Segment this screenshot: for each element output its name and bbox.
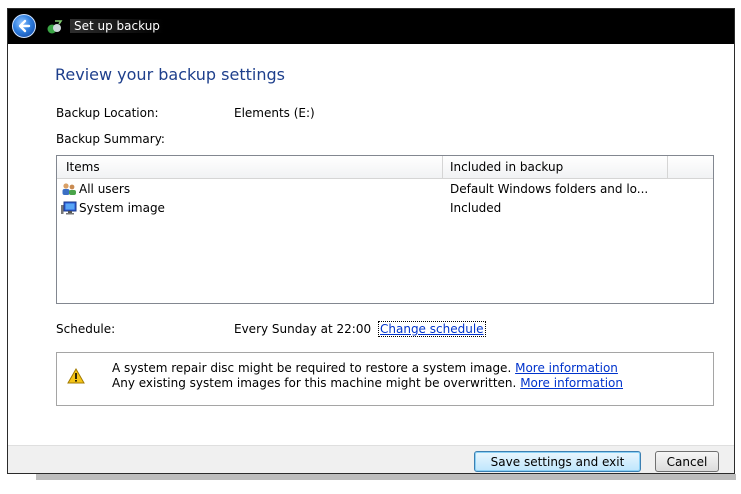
warning-icon [67, 368, 85, 384]
backup-window: Set up backup Review your backup setting… [7, 8, 735, 474]
warning-text-1: A system repair disc might be required t… [112, 361, 512, 375]
back-button[interactable] [12, 14, 36, 38]
item-name: System image [79, 201, 165, 215]
window-shadow [36, 474, 736, 480]
backup-app-icon [47, 20, 63, 34]
warning-text-2: Any existing system images for this mach… [112, 376, 517, 390]
schedule-value: Every Sunday at 22:00 [234, 322, 372, 336]
warning-line-2: Any existing system images for this mach… [112, 376, 623, 390]
back-arrow-icon [18, 19, 31, 33]
list-item-all-users[interactable]: All users Default Windows folders and lo… [57, 180, 713, 198]
column-separator[interactable] [442, 156, 443, 178]
save-settings-button[interactable]: Save settings and exit [474, 451, 641, 472]
backup-summary-list[interactable]: Items Included in backup All users Defau… [56, 155, 714, 304]
warning-line-1: A system repair disc might be required t… [112, 361, 618, 375]
system-image-icon [61, 201, 77, 215]
cancel-button[interactable]: Cancel [655, 451, 719, 472]
window-title: Set up backup [70, 19, 164, 33]
backup-location-value: Elements (E:) [234, 106, 315, 120]
backup-location-label: Backup Location: [56, 106, 159, 120]
more-information-link-2[interactable]: More information [520, 376, 623, 390]
list-header: Items Included in backup [57, 156, 713, 179]
page-title: Review your backup settings [55, 65, 285, 84]
schedule-label: Schedule: [56, 322, 116, 336]
list-item-system-image[interactable]: System image Included [57, 199, 713, 217]
item-included: Included [450, 201, 502, 215]
button-bar: Save settings and exit Cancel [8, 445, 734, 473]
more-information-link-1[interactable]: More information [515, 361, 618, 375]
users-icon [62, 183, 76, 195]
backup-summary-label: Backup Summary: [56, 132, 165, 146]
warning-box: A system repair disc might be required t… [56, 352, 714, 406]
column-header-included[interactable]: Included in backup [450, 160, 563, 174]
item-name: All users [79, 182, 131, 196]
item-included: Default Windows folders and lo... [450, 182, 649, 196]
title-bar: Set up backup [8, 9, 734, 44]
change-schedule-link[interactable]: Change schedule [378, 321, 486, 337]
column-separator[interactable] [667, 156, 668, 178]
column-header-items[interactable]: Items [66, 160, 100, 174]
